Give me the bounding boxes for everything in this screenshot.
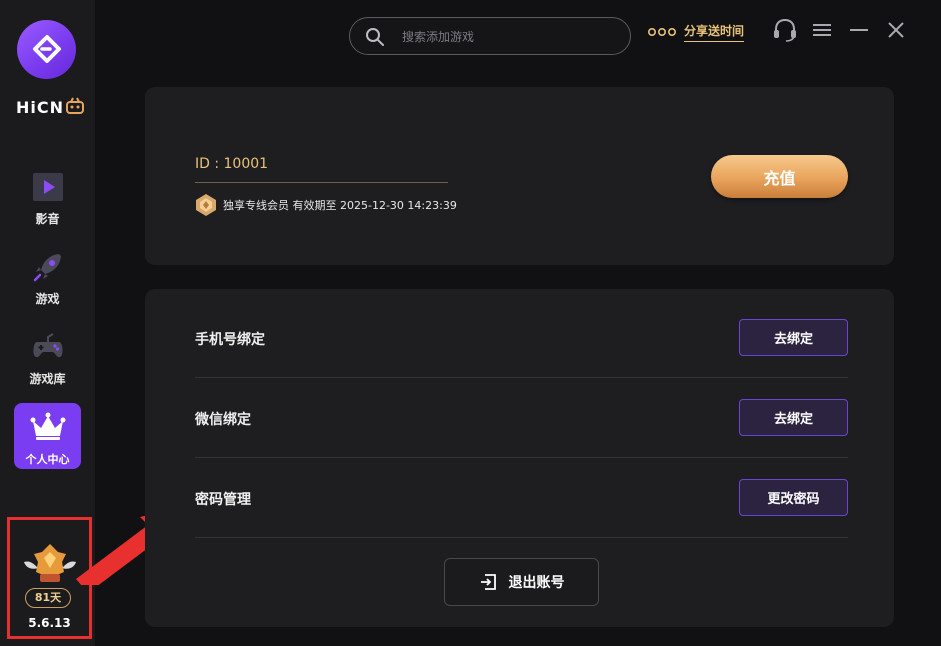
change-password-button[interactable]: 更改密码 xyxy=(739,479,848,516)
logo-icon xyxy=(32,34,61,63)
member-medal-icon xyxy=(196,194,216,216)
member-days-badge: 81天 xyxy=(25,588,71,608)
headset-icon[interactable] xyxy=(772,17,798,43)
search-input[interactable] xyxy=(400,26,604,48)
logout-icon xyxy=(480,574,496,590)
rocket-icon xyxy=(33,254,61,282)
account-card: ID : 10001 独享专线会员 有效期至 2025-12-30 14:23:… xyxy=(145,87,894,265)
membership-info: 独享专线会员 有效期至 2025-12-30 14:23:39 xyxy=(195,193,457,217)
divider xyxy=(195,377,848,378)
app-logo xyxy=(17,20,76,79)
play-icon xyxy=(33,173,63,201)
sidebar-item-label: 游戏库 xyxy=(29,372,66,386)
sidebar-item-label: 影音 xyxy=(35,212,60,226)
recharge-button[interactable]: 充值 xyxy=(711,155,848,198)
divider xyxy=(195,457,848,458)
divider xyxy=(195,537,848,538)
password-label: 密码管理 xyxy=(195,492,251,508)
mascot-icon xyxy=(66,97,84,114)
sidebar-item-media[interactable]: 影音 xyxy=(10,170,85,240)
membership-text: 独享专线会员 有效期至 2025-12-30 14:23:39 xyxy=(223,199,457,212)
sidebar-item-library[interactable]: 游戏库 xyxy=(10,330,85,400)
close-icon[interactable] xyxy=(885,17,907,43)
logout-button[interactable]: 退出账号 xyxy=(444,558,599,606)
user-id: ID : 10001 xyxy=(195,156,269,172)
search-icon xyxy=(366,28,384,46)
search-box[interactable] xyxy=(349,17,631,55)
id-underline xyxy=(195,182,448,183)
share-link[interactable]: 分享送时间 xyxy=(648,22,745,42)
share-dots-icon xyxy=(648,27,676,37)
menu-icon[interactable] xyxy=(811,17,833,43)
share-label: 分享送时间 xyxy=(684,22,745,42)
minimize-icon[interactable] xyxy=(848,17,870,43)
gamepad-icon xyxy=(33,333,63,358)
sidebar-item-label: 个人中心 xyxy=(25,453,70,466)
crown-icon xyxy=(30,412,66,440)
phone-binding-label: 手机号绑定 xyxy=(195,332,265,348)
wechat-bind-button[interactable]: 去绑定 xyxy=(739,399,848,436)
sidebar-item-games[interactable]: 游戏 xyxy=(10,250,85,320)
phone-bind-button[interactable]: 去绑定 xyxy=(739,319,848,356)
sidebar-item-profile[interactable]: 个人中心 xyxy=(14,403,81,469)
wechat-binding-label: 微信绑定 xyxy=(195,412,251,428)
brand-name: HiCN xyxy=(16,98,65,117)
security-card: 手机号绑定 去绑定 微信绑定 去绑定 密码管理 更改密码 退出账号 xyxy=(145,289,894,627)
logout-label: 退出账号 xyxy=(508,575,565,591)
app-version: 5.6.13 xyxy=(28,616,71,630)
sidebar-item-label: 游戏 xyxy=(35,292,60,306)
